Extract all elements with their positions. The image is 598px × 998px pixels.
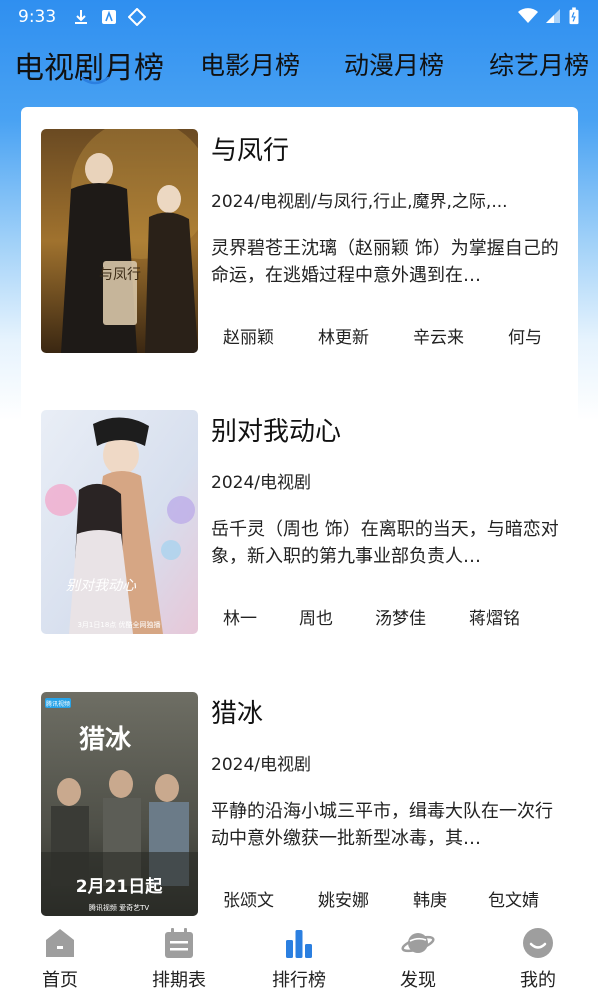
profile-icon xyxy=(523,928,553,958)
actor-name[interactable]: 汤梦佳 xyxy=(375,604,426,629)
app-notification-icon xyxy=(102,10,116,24)
signal-icon xyxy=(546,9,560,23)
actor-name[interactable]: 辛云来 xyxy=(413,323,464,348)
download-icon xyxy=(75,10,87,24)
actor-name[interactable]: 赵丽颖 xyxy=(223,323,274,348)
actor-name[interactable]: 姚安娜 xyxy=(318,886,369,911)
poster-image[interactable]: 别对我动心 3月1日18点 优酷全网独播 xyxy=(41,410,198,634)
poster-date-text: 2月21日起 xyxy=(76,876,163,897)
nav-home[interactable]: 首页 xyxy=(0,918,120,998)
tab-anime-monthly[interactable]: 动漫月榜 xyxy=(344,46,444,82)
nav-schedule-label: 排期表 xyxy=(152,970,206,991)
nav-ranking[interactable]: 排行榜 xyxy=(239,918,359,998)
nav-discover-label: 发现 xyxy=(400,970,436,991)
nav-schedule[interactable]: 排期表 xyxy=(119,918,239,998)
item-meta: 2024/电视剧/与凤行,行止,魔界,之际,... xyxy=(211,192,508,212)
list-item[interactable]: 别对我动心 3月1日18点 优酷全网独播 别对我动心 2024/电视剧 岳千灵（… xyxy=(21,388,578,634)
poster-image[interactable]: 与凤行 xyxy=(41,129,198,353)
item-description: 岳千灵（周也 饰）在离职的当天，与暗恋对象，新入职的第九事业部负责人… xyxy=(211,519,559,567)
status-bar: 9:33 xyxy=(0,0,598,34)
nav-discover[interactable]: 发现 xyxy=(358,918,478,998)
poster-footer-text: 3月1日18点 优酷全网独播 xyxy=(77,620,160,629)
actor-name[interactable]: 包文婧 xyxy=(488,886,539,911)
list-item[interactable]: 与凤行 与凤行 2024/电视剧/与凤行,行止,魔界,之际,... 灵界碧苍王沈… xyxy=(21,107,578,353)
item-description: 灵界碧苍王沈璃（赵丽颖 饰）为掌握自己的命运，在逃婚过程中意外遇到在… xyxy=(211,238,559,286)
ranking-icon xyxy=(286,930,312,958)
item-description: 平静的沿海小城三平市，缉毒大队在一次行动中意外缴获一批新型冰毒，其… xyxy=(211,801,553,849)
actor-name[interactable]: 蒋熠铭 xyxy=(469,604,520,629)
item-meta: 2024/电视剧 xyxy=(211,473,311,493)
list-item[interactable]: 腾讯视频 猎冰 2月21日起 腾讯视频 爱奇艺TV 猎冰 2024/电视剧 平静… xyxy=(21,670,578,916)
tab-variety-monthly[interactable]: 综艺月榜 xyxy=(489,46,589,82)
actor-name[interactable]: 林一 xyxy=(223,604,257,629)
item-title[interactable]: 与凤行 xyxy=(211,130,289,167)
home-icon xyxy=(46,929,74,957)
tab-movie-monthly[interactable]: 电影月榜 xyxy=(200,46,300,82)
category-tabs: 电视剧月榜 电影月榜 动漫月榜 综艺月榜 xyxy=(0,40,598,100)
battery-icon xyxy=(569,7,579,25)
poster-title-text: 与凤行 xyxy=(99,267,141,283)
bottom-navigation: 首页 排期表 排行榜 发现 我的 xyxy=(0,918,598,998)
planet-icon xyxy=(401,933,435,953)
actor-name[interactable]: 周也 xyxy=(299,604,333,629)
tag-icon xyxy=(128,8,146,26)
wifi-icon xyxy=(518,8,538,23)
poster-title-text: 别对我动心 xyxy=(66,578,137,594)
poster-footer-text: 腾讯视频 爱奇艺TV xyxy=(89,903,150,912)
actor-name[interactable]: 张颂文 xyxy=(223,886,274,911)
actor-name[interactable]: 林更新 xyxy=(318,323,369,348)
nav-home-label: 首页 xyxy=(42,970,78,991)
poster-badge-text: 腾讯视频 xyxy=(46,700,70,708)
active-tab-indicator xyxy=(80,76,110,85)
nav-profile[interactable]: 我的 xyxy=(478,918,598,998)
status-time: 9:33 xyxy=(18,7,57,27)
item-title[interactable]: 别对我动心 xyxy=(211,411,341,448)
item-title[interactable]: 猎冰 xyxy=(211,693,263,730)
poster-title-text: 猎冰 xyxy=(79,725,132,755)
poster-image[interactable]: 腾讯视频 猎冰 2月21日起 腾讯视频 爱奇艺TV xyxy=(41,692,198,916)
ranking-list: 与凤行 与凤行 2024/电视剧/与凤行,行止,魔界,之际,... 灵界碧苍王沈… xyxy=(21,107,578,917)
actor-name[interactable]: 何与 xyxy=(508,323,542,348)
actor-name[interactable]: 韩庚 xyxy=(413,886,447,911)
nav-ranking-label: 排行榜 xyxy=(272,970,326,991)
calendar-icon xyxy=(165,928,193,958)
item-meta: 2024/电视剧 xyxy=(211,755,311,775)
nav-profile-label: 我的 xyxy=(520,970,556,991)
